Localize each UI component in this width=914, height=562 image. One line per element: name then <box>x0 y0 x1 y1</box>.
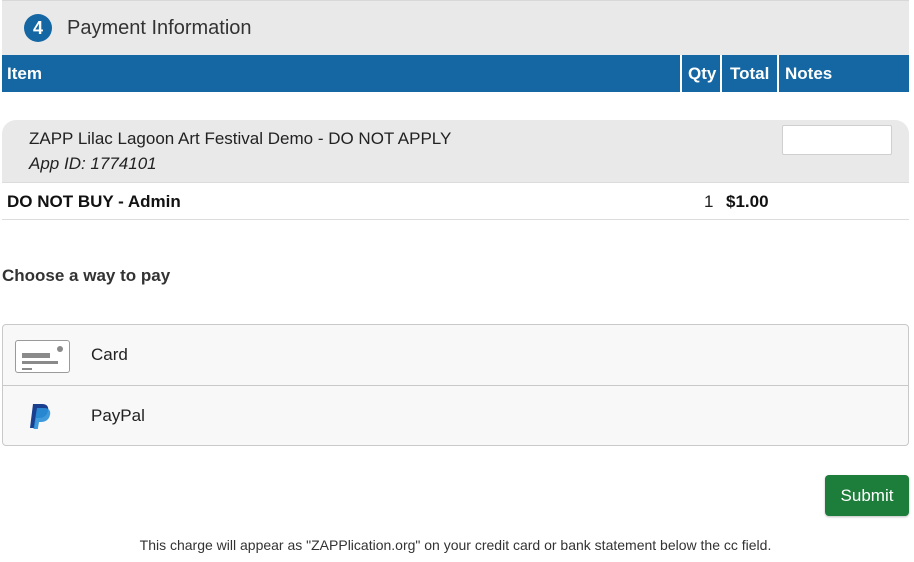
payment-option-card[interactable]: Card <box>3 325 908 386</box>
table-header: Item Qty Total Notes <box>2 55 909 92</box>
column-header-item: Item <box>7 63 42 83</box>
application-id: App ID: 1774101 <box>29 154 157 173</box>
column-header-qty: Qty <box>680 55 720 92</box>
payment-option-card-label: Card <box>91 345 128 364</box>
step-number-badge: 4 <box>24 14 52 42</box>
application-name: ZAPP Lilac Lagoon Art Festival Demo - DO… <box>29 129 452 148</box>
payment-option-paypal-label: PayPal <box>91 406 145 425</box>
application-row: ZAPP Lilac Lagoon Art Festival Demo - DO… <box>2 120 909 182</box>
paypal-icon <box>30 404 51 429</box>
column-header-notes: Notes <box>777 55 909 92</box>
line-item-qty: 1 <box>704 192 714 211</box>
column-header-total: Total <box>720 55 777 92</box>
line-item-name: DO NOT BUY - Admin <box>7 192 181 211</box>
notes-input[interactable] <box>782 125 892 155</box>
line-item-total: $1.00 <box>726 192 769 211</box>
credit-card-icon <box>15 340 70 373</box>
section-title: Payment Information <box>67 16 252 39</box>
payment-options: Card PayPal <box>2 324 909 446</box>
submit-button[interactable]: Submit <box>825 475 909 516</box>
section-header: 4 Payment Information <box>2 0 909 55</box>
billing-note: This charge will appear as "ZAPPlication… <box>139 537 772 553</box>
payment-prompt: Choose a way to pay <box>2 266 171 285</box>
table-row: DO NOT BUY - Admin 1 $1.00 <box>2 182 909 220</box>
payment-option-paypal[interactable]: PayPal <box>3 386 908 446</box>
